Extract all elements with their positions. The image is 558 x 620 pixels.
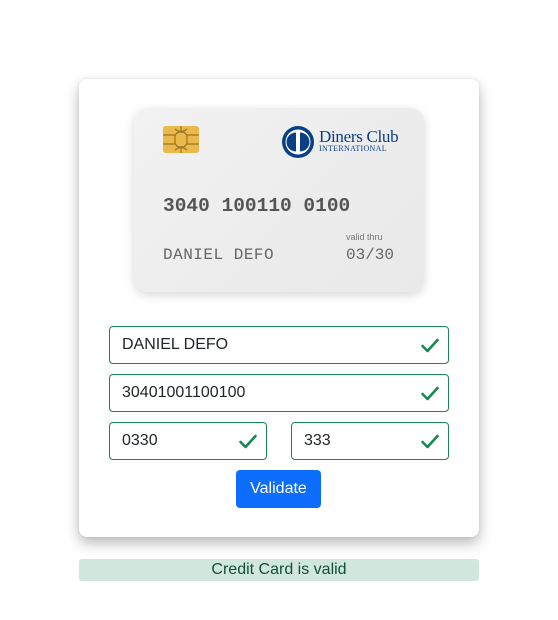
cardholder-name-input[interactable] <box>110 327 448 363</box>
validation-status-alert: Credit Card is valid <box>79 559 479 581</box>
number-field-wrapper <box>109 374 449 412</box>
credit-card-preview: Diners Club INTERNATIONAL 3040 100110 01… <box>134 108 424 292</box>
validate-button[interactable]: Validate <box>236 470 321 508</box>
check-icon <box>239 434 257 449</box>
card-number-display: 3040 100110 0100 <box>163 195 351 217</box>
expiry-field-wrapper <box>109 422 267 460</box>
diners-club-logo: Diners Club INTERNATIONAL <box>279 125 399 159</box>
expiry-display: 03/30 <box>346 246 395 264</box>
check-icon <box>421 434 439 449</box>
cvv-field-wrapper <box>291 422 449 460</box>
credit-card-form-panel: Diners Club INTERNATIONAL 3040 100110 01… <box>79 79 479 537</box>
valid-thru-label: valid thru <box>346 232 383 242</box>
card-number-input[interactable] <box>110 375 448 411</box>
chip-icon <box>163 126 199 153</box>
check-icon <box>421 386 439 401</box>
check-icon <box>421 338 439 353</box>
card-holder-display: DANIEL DEFO <box>163 246 275 264</box>
name-field-wrapper <box>109 326 449 364</box>
brand-subtitle: INTERNATIONAL <box>319 144 387 153</box>
